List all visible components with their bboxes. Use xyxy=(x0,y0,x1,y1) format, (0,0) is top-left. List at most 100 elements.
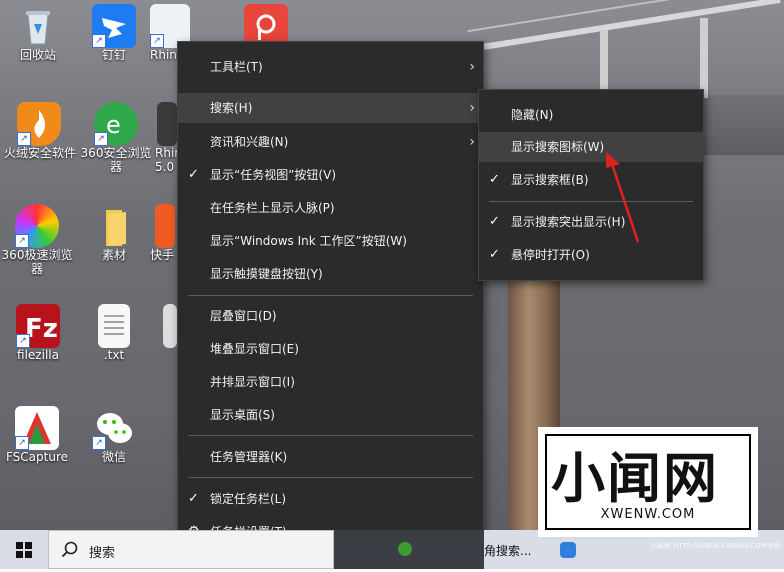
taskbar-search-box[interactable]: 搜索 xyxy=(48,530,334,569)
filezilla-icon: Fz ↗ xyxy=(16,304,60,348)
taskbar-app-icon[interactable] xyxy=(560,542,576,558)
chevron-right-icon: › xyxy=(469,134,475,150)
desktop-icon-fscapture[interactable]: ↗ FSCapture xyxy=(4,406,70,464)
shortcut-arrow-icon: ↗ xyxy=(150,34,164,48)
desktop-icon-txt-file[interactable]: .txt xyxy=(82,304,146,362)
submenu-item-search-highlights[interactable]: ✓ 显示搜索突出显示(H) xyxy=(479,207,703,237)
checkmark-icon: ✓ xyxy=(188,167,199,182)
desktop-icon-huorong[interactable]: ↗ 火绒安全软件 xyxy=(4,102,77,160)
checkmark-icon: ✓ xyxy=(489,247,500,262)
menu-item-search[interactable]: 搜索(H) › xyxy=(178,93,483,123)
icon-label: 火绒安全软件 xyxy=(4,146,77,160)
icon-label: .txt xyxy=(103,348,125,362)
desktop-icon-360-browser[interactable]: e ↗ 360安全浏览 器 xyxy=(80,102,152,174)
start-button[interactable] xyxy=(0,530,48,569)
menu-item-label: 工具栏(T) xyxy=(210,60,263,74)
menu-item-task-manager[interactable]: 任务管理器(K) xyxy=(178,442,483,472)
desktop-icon-360-speed-browser[interactable]: ↗ 360极速浏览 器 xyxy=(0,204,74,276)
menu-item-cascade[interactable]: 层叠窗口(D) xyxy=(178,301,483,331)
desktop-icon-kuaishou[interactable]: 快手 xyxy=(150,204,180,262)
desktop-icon-wechat[interactable]: ↗ 微信 xyxy=(82,406,146,464)
desktop-icon-filezilla[interactable]: Fz ↗ filezilla xyxy=(6,304,70,362)
menu-item-toolbars[interactable]: 工具栏(T) › xyxy=(178,52,483,82)
svg-text:e: e xyxy=(106,111,121,139)
search-icon xyxy=(61,541,78,558)
recycle-bin-icon xyxy=(16,4,60,48)
icon-label: 素材 xyxy=(101,248,126,262)
search-box-label: 搜索 xyxy=(89,546,116,561)
checkmark-icon: ✓ xyxy=(489,172,500,187)
chevron-right-icon: › xyxy=(469,59,475,75)
360-browser-icon: e ↗ xyxy=(94,102,138,146)
menu-item-label: 显示“Windows Ink 工作区”按钮(W) xyxy=(210,234,407,248)
menu-item-task-view-button[interactable]: ✓ 显示“任务视图”按钮(V) xyxy=(178,160,483,190)
menu-item-touch-keyboard[interactable]: 显示触摸键盘按钮(Y) xyxy=(178,259,483,289)
shortcut-arrow-icon: ↗ xyxy=(17,132,31,146)
icon-label: 钉钉 xyxy=(101,48,126,62)
icon-label: 快手 xyxy=(150,248,175,262)
wechat-icon: ↗ xyxy=(92,406,136,450)
menu-separator xyxy=(188,477,473,478)
menu-item-label: 显示“任务视图”按钮(V) xyxy=(210,168,337,182)
document-icon xyxy=(163,304,177,348)
app-icon[interactable] xyxy=(398,542,412,556)
icon-label: 器 xyxy=(30,262,43,276)
desktop-icon-partial[interactable] xyxy=(162,304,178,348)
menu-item-label: 显示搜索图标(W) xyxy=(511,140,605,154)
menu-item-label: 资讯和兴趣(N) xyxy=(210,135,289,149)
taskbar-context-menu: 工具栏(T) › 搜索(H) › 资讯和兴趣(N) › ✓ 显示“任务视图”按钮… xyxy=(177,41,484,557)
menu-item-lock-taskbar[interactable]: ✓ 锁定任务栏(L) xyxy=(178,484,483,514)
icon-label: 5.0 xyxy=(155,160,175,174)
menu-item-label: 显示搜索框(B) xyxy=(511,173,589,187)
shortcut-arrow-icon: ↗ xyxy=(94,132,108,146)
taskbar-app-area xyxy=(334,530,484,569)
submenu-item-hidden[interactable]: 隐藏(N) xyxy=(479,100,703,130)
menu-item-label: 隐藏(N) xyxy=(511,108,554,122)
menu-item-stacked[interactable]: 堆叠显示窗口(E) xyxy=(178,334,483,364)
checkmark-icon: ✓ xyxy=(489,214,500,229)
watermark-title: 小闻网 xyxy=(551,447,719,510)
menu-separator xyxy=(188,295,473,296)
taskbar-window-title[interactable]: 角搜索... xyxy=(484,542,531,559)
menu-item-label: 堆叠显示窗口(E) xyxy=(210,342,299,356)
icon-label: FSCapture xyxy=(5,450,69,464)
menu-item-label: 层叠窗口(D) xyxy=(210,309,277,323)
menu-item-news-interests[interactable]: 资讯和兴趣(N) › xyxy=(178,127,483,157)
menu-item-label: 并排显示窗口(I) xyxy=(210,375,295,389)
menu-item-side-by-side[interactable]: 并排显示窗口(I) xyxy=(178,367,483,397)
wallpaper-bridge-pier xyxy=(700,18,708,98)
icon-label: 微信 xyxy=(101,450,126,464)
menu-item-label: 在任务栏上显示人脉(P) xyxy=(210,201,335,215)
icon-label: 360极速浏览 xyxy=(1,248,73,262)
360-speed-browser-icon: ↗ xyxy=(15,204,59,248)
shortcut-arrow-icon: ↗ xyxy=(92,436,106,450)
menu-item-show-people[interactable]: 在任务栏上显示人脉(P) xyxy=(178,193,483,223)
menu-item-label: 任务管理器(K) xyxy=(210,450,288,464)
menu-item-windows-ink[interactable]: 显示“Windows Ink 工作区”按钮(W) xyxy=(178,226,483,256)
menu-item-show-desktop[interactable]: 显示桌面(S) xyxy=(178,400,483,430)
submenu-item-show-search-box[interactable]: ✓ 显示搜索框(B) xyxy=(479,165,703,195)
menu-item-label: 悬停时打开(O) xyxy=(511,248,590,262)
menu-separator xyxy=(188,435,473,436)
kuaishou-icon xyxy=(155,204,175,248)
annotation-arrow xyxy=(606,152,640,243)
menu-separator xyxy=(489,201,693,202)
menu-item-label: 显示触摸键盘按钮(Y) xyxy=(210,267,323,281)
submenu-item-open-on-hover[interactable]: ✓ 悬停时打开(O) xyxy=(479,240,703,270)
desktop-icon-rhino-5[interactable]: Rhin 5.0 xyxy=(155,102,182,174)
icon-label: 回收站 xyxy=(19,48,56,62)
text-file-icon xyxy=(98,304,130,348)
shortcut-arrow-icon: ↗ xyxy=(92,34,106,48)
desktop-icon-folder-sucai[interactable]: 素材 xyxy=(82,204,146,262)
rhino-icon xyxy=(157,102,177,146)
watermark-fine-print: 小闻网 HTTP://WWW.XWENW.COM专用 xyxy=(650,542,781,550)
desktop-icon-recycle-bin[interactable]: 回收站 xyxy=(6,4,70,62)
icon-label: 器 xyxy=(109,160,122,174)
shortcut-arrow-icon: ↗ xyxy=(16,334,30,348)
submenu-item-show-search-icon[interactable]: 显示搜索图标(W) xyxy=(479,132,703,162)
desktop-icon-dingtalk[interactable]: ↗ 钉钉 xyxy=(82,4,146,62)
checkmark-icon: ✓ xyxy=(188,491,199,506)
watermark-url: XWENW.COM xyxy=(600,507,696,522)
shortcut-arrow-icon: ↗ xyxy=(15,436,29,450)
folder-icon xyxy=(92,204,136,248)
